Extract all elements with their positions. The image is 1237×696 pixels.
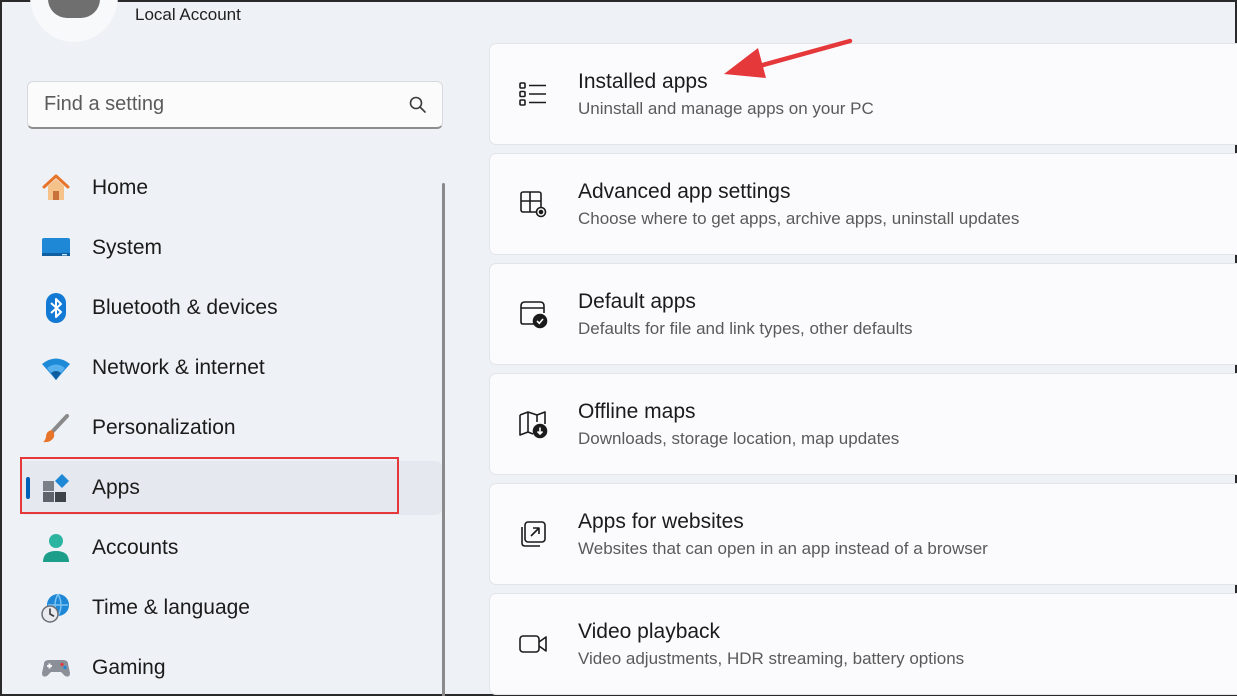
- card-description: Downloads, storage location, map updates: [578, 428, 900, 448]
- sidebar-item-label: Accounts: [92, 536, 179, 559]
- search-box[interactable]: [27, 81, 443, 129]
- video-camera-icon: [516, 627, 550, 661]
- sidebar-item-bluetooth-devices[interactable]: Bluetooth & devices: [20, 281, 442, 335]
- paintbrush-icon: [40, 412, 72, 444]
- wifi-icon: [40, 352, 72, 384]
- card-title: Default apps: [578, 289, 696, 313]
- card-description: Uninstall and manage apps on your PC: [578, 98, 874, 118]
- globe-clock-icon: [40, 592, 72, 624]
- search-icon[interactable]: [408, 95, 428, 115]
- card-title: Offline maps: [578, 399, 696, 423]
- sidebar-nav: Home System Bluetooth & devices Network …: [20, 161, 442, 696]
- sidebar-item-network-internet[interactable]: Network & internet: [20, 341, 442, 395]
- search-input[interactable]: [44, 93, 408, 116]
- list-icon: [516, 77, 550, 111]
- app-settings-gear-icon: [516, 187, 550, 221]
- sidebar-item-label: System: [92, 236, 163, 259]
- bluetooth-icon: [40, 292, 72, 324]
- card-installed-apps[interactable]: Installed apps Uninstall and manage apps…: [489, 43, 1237, 145]
- sidebar-item-apps[interactable]: Apps: [20, 461, 442, 515]
- card-description: Websites that can open in an app instead…: [578, 538, 988, 558]
- sidebar-item-personalization[interactable]: Personalization: [20, 401, 442, 455]
- avatar[interactable]: [30, 0, 118, 42]
- sidebar-item-label: Home: [92, 176, 149, 199]
- home-icon: [40, 172, 72, 204]
- main-content: Installed apps Uninstall and manage apps…: [489, 2, 1237, 696]
- card-apps-for-websites[interactable]: Apps for websites Websites that can open…: [489, 483, 1237, 585]
- card-advanced-app-settings[interactable]: Advanced app settings Choose where to ge…: [489, 153, 1237, 255]
- monitor-icon: [40, 232, 72, 264]
- card-title: Video playback: [578, 619, 721, 643]
- sidebar-scrollbar[interactable]: [442, 183, 445, 696]
- sidebar-item-label: Gaming: [92, 656, 166, 679]
- map-download-icon: [516, 407, 550, 441]
- sidebar-item-system[interactable]: System: [20, 221, 442, 275]
- sidebar-item-label: Network & internet: [92, 356, 265, 379]
- active-indicator: [26, 477, 30, 499]
- card-description: Video adjustments, HDR streaming, batter…: [578, 648, 965, 668]
- account-type-label: Local Account: [135, 5, 241, 24]
- sidebar-item-label: Personalization: [92, 416, 236, 439]
- sidebar-item-gaming[interactable]: Gaming: [20, 641, 442, 695]
- card-default-apps[interactable]: Default apps Defaults for file and link …: [489, 263, 1237, 365]
- sidebar-item-time-language[interactable]: Time & language: [20, 581, 442, 635]
- sidebar-item-label: Time & language: [92, 596, 250, 619]
- card-offline-maps[interactable]: Offline maps Downloads, storage location…: [489, 373, 1237, 475]
- apps-icon: [40, 472, 72, 504]
- sidebar-item-label: Apps: [92, 476, 140, 499]
- sidebar-item-accounts[interactable]: Accounts: [20, 521, 442, 575]
- sidebar-item-label: Bluetooth & devices: [92, 296, 278, 319]
- default-apps-check-icon: [516, 297, 550, 331]
- sidebar: Local Account Home System Bluetooth & de…: [2, 0, 462, 696]
- card-title: Advanced app settings: [578, 179, 791, 203]
- card-video-playback[interactable]: Video playback Video adjustments, HDR st…: [489, 593, 1237, 695]
- game-controller-icon: [40, 652, 72, 684]
- card-title: Installed apps: [578, 69, 708, 93]
- sidebar-item-home[interactable]: Home: [20, 161, 442, 215]
- card-title: Apps for websites: [578, 509, 744, 533]
- open-in-app-icon: [516, 517, 550, 551]
- person-icon: [40, 532, 72, 564]
- card-description: Choose where to get apps, archive apps, …: [578, 208, 1020, 228]
- card-description: Defaults for file and link types, other …: [578, 318, 913, 338]
